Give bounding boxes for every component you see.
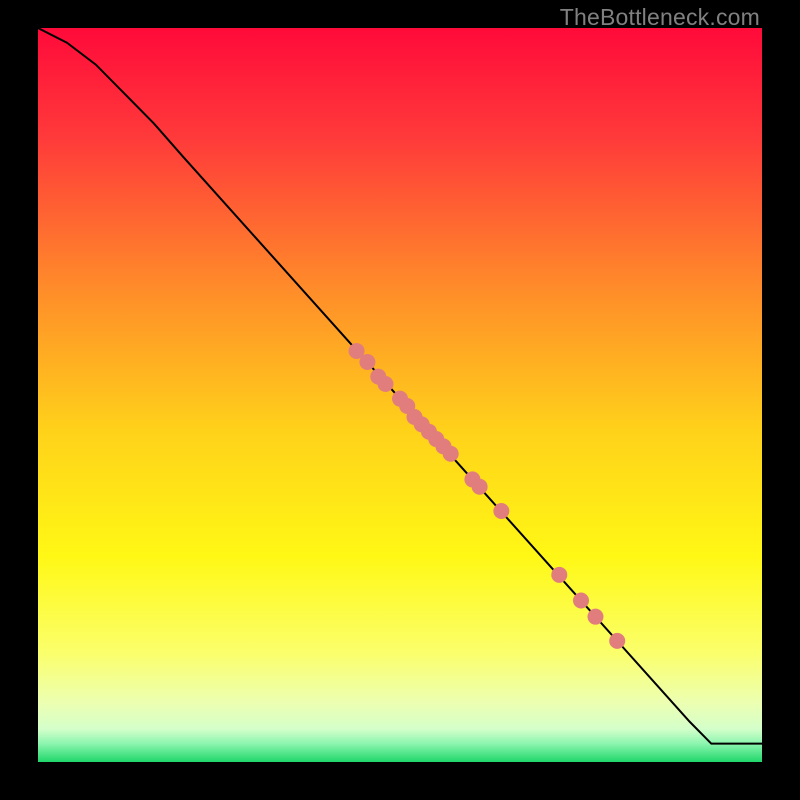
- data-point: [609, 633, 625, 649]
- data-point: [493, 503, 509, 519]
- data-points: [38, 28, 762, 762]
- plot-area: [38, 28, 762, 762]
- data-point: [472, 479, 488, 495]
- watermark-text: TheBottleneck.com: [560, 4, 760, 31]
- data-point: [359, 354, 375, 370]
- data-point: [551, 567, 567, 583]
- data-point: [443, 446, 459, 462]
- data-point: [587, 609, 603, 625]
- data-point: [573, 593, 589, 609]
- data-point: [378, 376, 394, 392]
